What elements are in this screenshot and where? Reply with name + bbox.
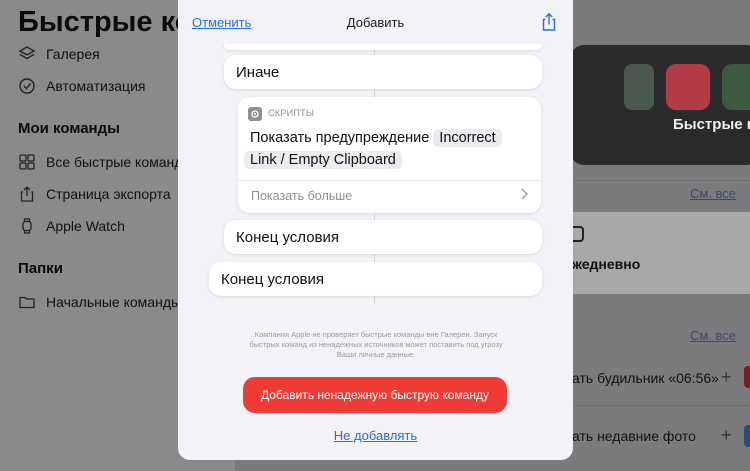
sidebar-item-label: Начальные команды (46, 294, 182, 310)
alert-text-token[interactable]: Incorrect (433, 129, 502, 147)
else-label: Иначе (236, 64, 280, 81)
divider (575, 180, 750, 181)
sidebar-item-gallery[interactable]: Галерея (18, 43, 100, 65)
end-if-label: Конец условия (236, 229, 340, 246)
cancel-button[interactable]: Отменить (192, 15, 251, 30)
action-title: Показать предупреждение Incorrect (250, 129, 502, 147)
suggestion-row-photos[interactable]: ать недавние фото (572, 428, 696, 444)
watch-icon (18, 217, 36, 235)
action-title-prefix: Показать предупреждение (250, 130, 430, 146)
add-shortcut-sheet: Иначе СКРИПТЫ Показать предупреждение In… (178, 0, 573, 460)
add-icon[interactable]: + (721, 425, 732, 446)
untrusted-disclaimer: Компания Apple не проверяет быстрые кома… (249, 330, 503, 359)
action-title-continued: Link / Empty Clipboard (244, 151, 402, 169)
sidebar-item-label: Все быстрые команды (46, 154, 193, 170)
layers-icon (18, 45, 36, 63)
see-all-link[interactable]: См. все (690, 328, 736, 343)
app-icon (744, 366, 750, 388)
end-if-label: Конец условия (221, 271, 325, 288)
sidebar-item-label: Страница экспорта (46, 186, 171, 202)
sidebar-item-export-page[interactable]: Страница экспорта (18, 183, 171, 205)
chevron-right-icon[interactable] (519, 187, 529, 204)
app-icon (744, 425, 750, 447)
clock-check-icon (18, 77, 36, 95)
suggestion-row-alarm[interactable]: ать будильник «06:56» (572, 370, 719, 386)
show-more-label[interactable]: Показать больше (251, 189, 352, 203)
share-icon[interactable] (540, 12, 558, 32)
sheet-header: Добавить Отменить (178, 0, 573, 44)
sidebar-item-apple-watch[interactable]: Apple Watch (18, 215, 125, 237)
gear-icon (248, 107, 262, 121)
banner-app-icon (624, 64, 654, 110)
share-icon (18, 185, 36, 203)
alert-text-token[interactable]: Link / Empty Clipboard (244, 151, 402, 169)
show-alert-action-card[interactable]: СКРИПТЫ Показать предупреждение Incorrec… (238, 97, 541, 213)
banner-app-icon (722, 64, 750, 110)
end-if-block-inner[interactable]: Конец условия (224, 220, 542, 254)
banner-app-icon (666, 64, 710, 110)
sidebar-item-label: Галерея (46, 46, 100, 62)
shortcut-card[interactable] (555, 212, 750, 294)
dont-add-button[interactable]: Не добавлять (178, 428, 573, 443)
see-all-link[interactable]: См. все (690, 186, 736, 201)
grid-icon (18, 153, 36, 171)
sidebar-item-starter-commands[interactable]: Начальные команды (18, 291, 181, 313)
end-if-block-outer[interactable]: Конец условия (209, 262, 542, 296)
sidebar-item-automation[interactable]: Автоматизация (18, 75, 145, 97)
sidebar-item-all-shortcuts[interactable]: Все быстрые команды (18, 151, 192, 173)
shortcut-card-label: жедневно (572, 256, 641, 272)
my-commands-heading: Мои команды (18, 120, 120, 137)
else-block[interactable]: Иначе (224, 55, 542, 89)
divider (238, 180, 541, 181)
add-icon[interactable]: + (721, 367, 732, 388)
divider (575, 405, 750, 406)
banner-label: Быстрые ко (673, 116, 750, 133)
folder-icon (18, 293, 36, 311)
add-untrusted-shortcut-button[interactable]: Добавить ненадежную быструю команду (243, 377, 507, 413)
action-category: СКРИПТЫ (268, 108, 315, 118)
sidebar-item-label: Apple Watch (46, 218, 125, 234)
sidebar-item-label: Автоматизация (46, 78, 146, 94)
folders-heading: Папки (18, 260, 63, 277)
